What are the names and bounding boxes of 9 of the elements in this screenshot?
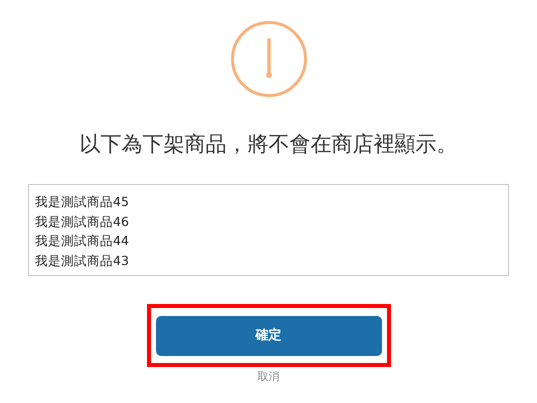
cancel-link[interactable]: 取消 — [258, 369, 280, 386]
list-line: 我是測試商品46 — [35, 212, 129, 230]
list-line: 我是測試商品45 — [35, 193, 129, 211]
item-list-field[interactable]: 我是測試商品45 我是測試商品46 我是測試商品44 我是測試商品43 — [28, 184, 509, 276]
confirm-button[interactable]: 確定 — [156, 316, 382, 356]
list-line: 我是測試商品44 — [35, 232, 129, 250]
warning-icon — [230, 20, 308, 98]
dialog-message: 以下為下架商品，將不會在商店裡顯示。 — [80, 131, 458, 158]
list-line: 我是測試商品43 — [35, 252, 129, 270]
